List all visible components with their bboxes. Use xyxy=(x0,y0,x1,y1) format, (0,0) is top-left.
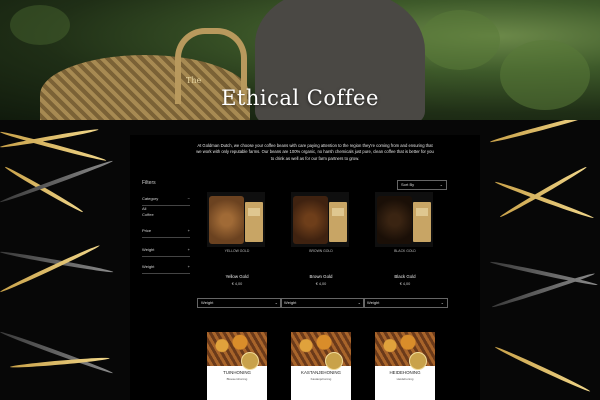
weight-select[interactable]: Weight ⌄ xyxy=(197,298,282,308)
leaf-decoration xyxy=(10,5,70,45)
gold-seal-icon xyxy=(325,352,343,370)
filter-category[interactable]: Category − xyxy=(142,196,190,206)
product-price: € 4,00 xyxy=(315,282,327,286)
weight-select[interactable]: Weight ⌄ xyxy=(363,298,448,308)
hero-banner: The Ethical Coffee xyxy=(0,0,600,120)
chevron-down-icon: ⌄ xyxy=(357,300,361,305)
filter-weight[interactable]: Weight + xyxy=(142,247,190,257)
gold-seal-icon xyxy=(409,352,427,370)
coffee-box-image xyxy=(329,202,347,242)
product-tag: YELLOW GOLD xyxy=(224,249,250,253)
plus-icon: + xyxy=(187,247,190,252)
gold-seal-icon xyxy=(241,352,259,370)
honey-description: Heidehoning xyxy=(396,377,414,381)
product-tag: BROWN GOLD xyxy=(309,249,333,253)
filter-price[interactable]: Price + xyxy=(142,228,190,238)
honey-name: KASTANJEHONING xyxy=(301,370,341,375)
product-image xyxy=(291,192,349,247)
grey-frond xyxy=(489,260,599,287)
filter-weight-label: Weight xyxy=(142,264,155,269)
page-title: Ethical Coffee xyxy=(221,86,379,110)
weight-select-label: Weight xyxy=(367,300,380,305)
gold-frond xyxy=(494,180,595,220)
filters-heading: Filters xyxy=(142,180,156,186)
product-image xyxy=(375,192,433,247)
product-card[interactable]: BLACK GOLD Black Gold € 4,00 xyxy=(375,192,435,302)
product-name[interactable]: Black Gold xyxy=(375,274,435,279)
chevron-down-icon: ⌄ xyxy=(274,300,278,305)
product-tag: BLACK GOLD xyxy=(394,249,416,253)
weight-select[interactable]: Weight ⌄ xyxy=(280,298,365,308)
product-card[interactable]: YELLOW GOLD Yellow Gold € 4,00 xyxy=(207,192,267,302)
product-price: € 4,00 xyxy=(399,282,411,286)
honey-description: Kastanjehoning xyxy=(310,377,332,381)
product-price: € 4,00 xyxy=(231,282,243,286)
coffee-beans-image xyxy=(293,196,328,244)
honey-card[interactable]: KASTANJEHONING Kastanjehoning xyxy=(291,332,351,400)
gold-frond xyxy=(494,345,592,394)
filter-price-label: Price xyxy=(142,228,152,233)
minus-icon: − xyxy=(187,196,190,201)
filter-weight[interactable]: Weight + xyxy=(142,264,190,274)
grey-frond xyxy=(0,330,114,375)
plus-icon: + xyxy=(187,264,190,269)
filter-category-option[interactable]: All xyxy=(142,206,146,211)
product-name[interactable]: Brown Gold xyxy=(291,274,351,279)
weight-select-label: Weight xyxy=(284,300,297,305)
weight-select-label: Weight xyxy=(201,300,214,305)
honey-name: HEIDEHONING xyxy=(389,370,421,375)
chevron-down-icon: ⌄ xyxy=(439,182,443,187)
filter-category-option[interactable]: Coffee xyxy=(142,212,154,217)
intro-text: At Goldman Dutch, we choose your coffee … xyxy=(196,143,434,161)
coffee-beans-image xyxy=(209,196,244,244)
filter-weight-label: Weight xyxy=(142,247,155,252)
coffee-box-image xyxy=(245,202,263,242)
honey-card[interactable]: TUINHONING Bloesemhoning xyxy=(207,332,267,400)
honey-card[interactable]: HEIDEHONING Heidehoning xyxy=(375,332,435,400)
sort-dropdown[interactable]: Sort By ⌄ xyxy=(397,180,447,190)
chevron-down-icon: ⌄ xyxy=(440,300,444,305)
plus-icon: + xyxy=(187,228,190,233)
sort-label: Sort By xyxy=(401,182,415,187)
coffee-beans-image xyxy=(377,196,412,244)
hero-logo: The xyxy=(186,76,202,85)
honey-description: Bloesemhoning xyxy=(226,377,248,381)
product-image xyxy=(207,192,265,247)
coffee-box-image xyxy=(413,202,431,242)
gold-frond xyxy=(489,120,597,144)
grey-frond xyxy=(491,271,596,309)
leaf-decoration xyxy=(420,10,500,70)
product-card[interactable]: BROWN GOLD Brown Gold € 4,00 xyxy=(291,192,351,302)
product-name[interactable]: Yellow Gold xyxy=(207,274,267,279)
filter-category-label: Category xyxy=(142,196,159,201)
honey-name: TUINHONING xyxy=(223,370,251,375)
